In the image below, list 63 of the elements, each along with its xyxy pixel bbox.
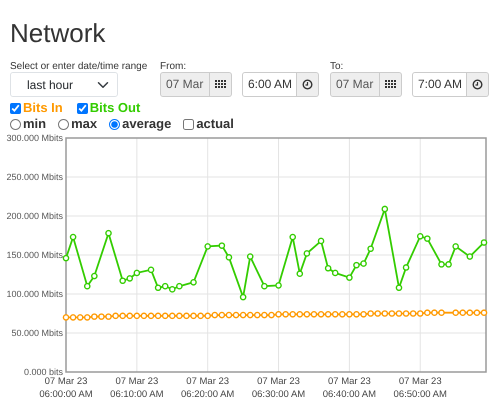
data-point: [190, 279, 197, 286]
y-tick-label: 50.000 Mbits: [11, 328, 63, 338]
data-point: [246, 253, 254, 260]
y-tick-label: 150.000 Mbits: [6, 250, 63, 260]
y-tick-label: 100.000 Mbits: [6, 289, 63, 299]
page-title: Network: [10, 18, 106, 48]
data-point: [70, 234, 76, 240]
clock-button[interactable]: [297, 72, 319, 97]
data-point: [289, 234, 296, 240]
calendar-icon: [385, 80, 396, 89]
data-point: [296, 270, 304, 278]
data-point: [402, 264, 410, 271]
data-point: [204, 243, 211, 250]
mode-option[interactable]: actual: [183, 114, 234, 134]
radio[interactable]: [10, 118, 21, 130]
calendar-button[interactable]: [380, 72, 402, 97]
clock-icon: [472, 79, 483, 90]
radio[interactable]: [109, 118, 120, 130]
data-point: [480, 239, 488, 246]
data-point: [105, 230, 112, 236]
calendar-icon: [215, 80, 226, 89]
from-label: From:: [160, 61, 186, 74]
range-label: Select or enter date/time range: [10, 61, 148, 74]
checkbox[interactable]: [76, 102, 88, 114]
data-point: [396, 284, 402, 292]
calendar-button[interactable]: [210, 72, 232, 97]
radio[interactable]: [58, 118, 70, 130]
data-point: [318, 238, 324, 244]
data-point: [62, 254, 70, 262]
data-point: [367, 245, 374, 252]
data-point: [382, 206, 388, 212]
data-point: [240, 294, 246, 300]
x-tick-label: 07 Mar 23 06:10:00 AM: [110, 376, 164, 398]
data-point: [304, 250, 310, 257]
y-tick-label: 0.000 bits: [24, 367, 63, 377]
data-point: [466, 253, 474, 260]
to-date-field[interactable]: 07 Mar: [330, 72, 380, 97]
data-point: [148, 266, 154, 274]
x-tick-label: 07 Mar 23 06:30:00 AM: [252, 376, 306, 398]
to-time-field[interactable]: 7:00 AM: [412, 72, 467, 97]
data-point: [84, 282, 91, 290]
data-point: [346, 274, 353, 281]
from-date-field[interactable]: 07 Mar: [160, 72, 210, 97]
data-point: [275, 282, 282, 289]
clock-button[interactable]: [467, 72, 489, 97]
data-point: [91, 272, 98, 280]
from-time-field[interactable]: 6:00 AM: [242, 72, 297, 97]
data-point: [218, 242, 226, 249]
data-point: [261, 282, 268, 290]
checkbox[interactable]: [10, 102, 21, 114]
to-label: To:: [330, 61, 344, 74]
x-tick-label: 07 Mar 23 06:20:00 AM: [181, 376, 234, 398]
x-tick-label: 07 Mar 23 06:50:00 AM: [394, 376, 447, 398]
y-tick-label: 300.000 Mbits: [6, 133, 63, 143]
checkbox[interactable]: [183, 118, 194, 130]
x-tick-label: 07 Mar 23 06:00:00 AM: [39, 376, 93, 398]
y-tick-label: 200.000 Mbits: [6, 211, 63, 221]
x-tick-label: 07 Mar 23 06:40:00 AM: [322, 376, 376, 398]
y-tick-label: 250.000 Mbits: [6, 172, 63, 182]
range-select[interactable]: last hour: [10, 72, 118, 97]
clock-icon: [302, 79, 313, 90]
data-point: [226, 254, 232, 261]
data-point: [452, 243, 459, 250]
